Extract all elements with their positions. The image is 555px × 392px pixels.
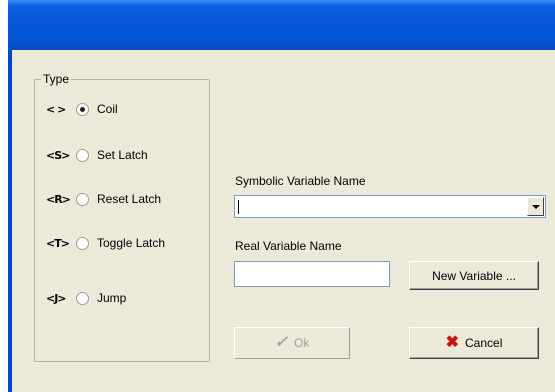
reset-latch-label: Reset Latch	[97, 192, 162, 206]
ok-button-label: Ok	[294, 336, 310, 350]
coil-radio[interactable]	[76, 102, 89, 116]
set-latch-radio[interactable]	[76, 148, 89, 162]
reset-latch-symbol-icon: <R>	[46, 192, 71, 206]
type-option-set-latch[interactable]: <S> Set Latch	[46, 146, 148, 164]
cancel-button-label: Cancel	[465, 336, 503, 350]
type-option-jump[interactable]: <J> Jump	[46, 289, 126, 307]
checkmark-icon: ✓	[274, 334, 289, 351]
type-option-toggle-latch[interactable]: <T> Toggle Latch	[46, 234, 165, 252]
dialog-window: Type < > Coil <S> Set Latch <R> Reset La…	[8, 0, 555, 392]
red-x-icon: ✖	[445, 334, 460, 351]
jump-symbol-icon: <J>	[46, 291, 67, 305]
type-option-coil[interactable]: < > Coil	[46, 100, 118, 118]
jump-radio[interactable]	[76, 291, 89, 305]
new-variable-button[interactable]: New Variable ...	[409, 261, 539, 290]
type-option-reset-latch[interactable]: <R> Reset Latch	[46, 190, 161, 208]
type-groupbox	[34, 79, 210, 362]
symbolic-variable-combobox[interactable]	[234, 195, 546, 218]
toggle-latch-symbol-icon: <T>	[46, 236, 70, 250]
chevron-down-icon[interactable]	[527, 197, 544, 216]
ok-button[interactable]: ✓ Ok	[234, 327, 350, 359]
symbolic-variable-label: Symbolic Variable Name	[235, 174, 366, 188]
real-variable-input[interactable]	[234, 261, 390, 287]
set-latch-symbol-icon: <S>	[46, 148, 70, 162]
coil-label: Coil	[97, 102, 118, 116]
coil-symbol-icon: < >	[46, 102, 66, 116]
new-variable-button-label: New Variable ...	[432, 268, 516, 283]
title-bar[interactable]	[8, 0, 555, 50]
toggle-latch-label: Toggle Latch	[97, 236, 166, 250]
set-latch-label: Set Latch	[97, 148, 148, 162]
toggle-latch-radio[interactable]	[76, 236, 89, 250]
reset-latch-radio[interactable]	[76, 192, 89, 206]
text-caret	[238, 200, 239, 214]
type-group-title: Type	[41, 72, 72, 86]
cancel-button[interactable]: ✖ Cancel	[409, 327, 539, 359]
real-variable-label: Real Variable Name	[235, 239, 342, 253]
jump-label: Jump	[97, 291, 127, 305]
